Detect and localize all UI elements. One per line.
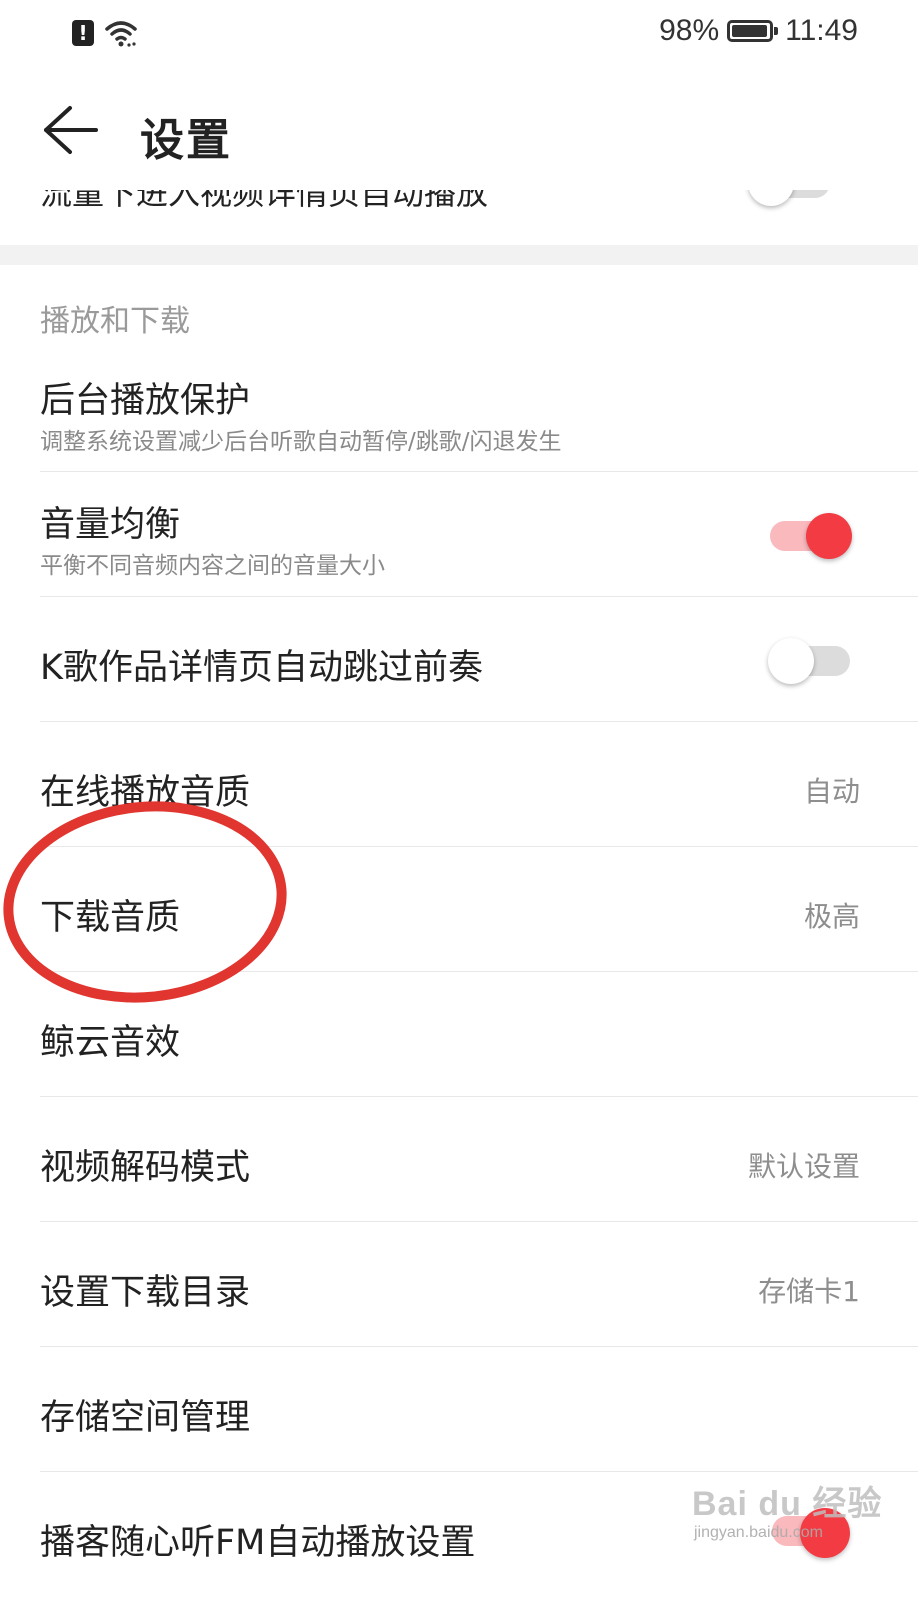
setting-value: 极高 (803, 900, 860, 933)
status-bar: 98% 11:49 (0, 0, 918, 70)
setting-label: 流量下进入视频详情页自动播放 (40, 190, 489, 212)
setting-row-video-decode[interactable]: 视频解码模式 默认设置 (0, 1097, 918, 1222)
setting-row-video-autoplay[interactable]: 流量下进入视频详情页自动播放 (0, 190, 918, 240)
battery-percent: 98% (659, 14, 720, 47)
setting-description: 平衡不同音频内容之间的音量大小 (40, 553, 385, 579)
wifi-icon (105, 21, 137, 47)
setting-row-download-dir[interactable]: 设置下载目录 存储卡1 (0, 1222, 918, 1347)
alert-icon (72, 20, 94, 46)
setting-label: K歌作品详情页自动跳过前奏 (40, 648, 483, 688)
setting-label: 视频解码模式 (40, 1148, 251, 1188)
setting-label: 播客随心听FM自动播放设置 (40, 1523, 476, 1563)
k-song-skip-toggle[interactable] (768, 638, 850, 684)
setting-description: 调整系统设置减少后台听歌自动暂停/跳歌/闪退发生 (40, 429, 562, 455)
setting-row-volume-balance[interactable]: 音量均衡 平衡不同音频内容之间的音量大小 (0, 472, 918, 597)
status-right: 98% 11:49 (659, 14, 858, 48)
setting-row-background-protect[interactable]: 后台播放保护 调整系统设置减少后台听歌自动暂停/跳歌/闪退发生 (0, 348, 918, 472)
setting-row-storage-mgmt[interactable]: 存储空间管理 (0, 1347, 918, 1472)
setting-value: 存储卡1 (758, 1275, 860, 1308)
setting-row-k-song-skip[interactable]: K歌作品详情页自动跳过前奏 (0, 597, 918, 722)
setting-value: 默认设置 (747, 1150, 860, 1183)
setting-row-download-quality[interactable]: 下载音质 极高 (0, 847, 918, 972)
clock: 11:49 (785, 14, 858, 47)
setting-value: 自动 (803, 775, 860, 808)
battery-icon (727, 20, 779, 42)
section-title: 播放和下载 (40, 304, 190, 339)
setting-row-whale-effects[interactable]: 鲸云音效 (0, 972, 918, 1097)
podcast-fm-toggle-knob[interactable] (800, 1508, 850, 1558)
setting-label: 设置下载目录 (40, 1273, 251, 1313)
setting-label: 音量均衡 (40, 505, 181, 545)
app-header: 设置 (0, 70, 918, 190)
toggle-switch[interactable] (748, 190, 830, 206)
back-arrow-icon[interactable] (36, 100, 106, 160)
volume-balance-toggle[interactable] (770, 513, 852, 559)
setting-label: 后台播放保护 (40, 381, 251, 421)
page-title: 设置 (140, 115, 232, 166)
setting-label: 存储空间管理 (40, 1398, 251, 1438)
setting-label: 鲸云音效 (40, 1023, 181, 1063)
section-divider (0, 245, 918, 265)
setting-label: 在线播放音质 (40, 773, 251, 813)
setting-label: 下载音质 (40, 898, 181, 938)
setting-row-online-quality[interactable]: 在线播放音质 自动 (0, 722, 918, 847)
